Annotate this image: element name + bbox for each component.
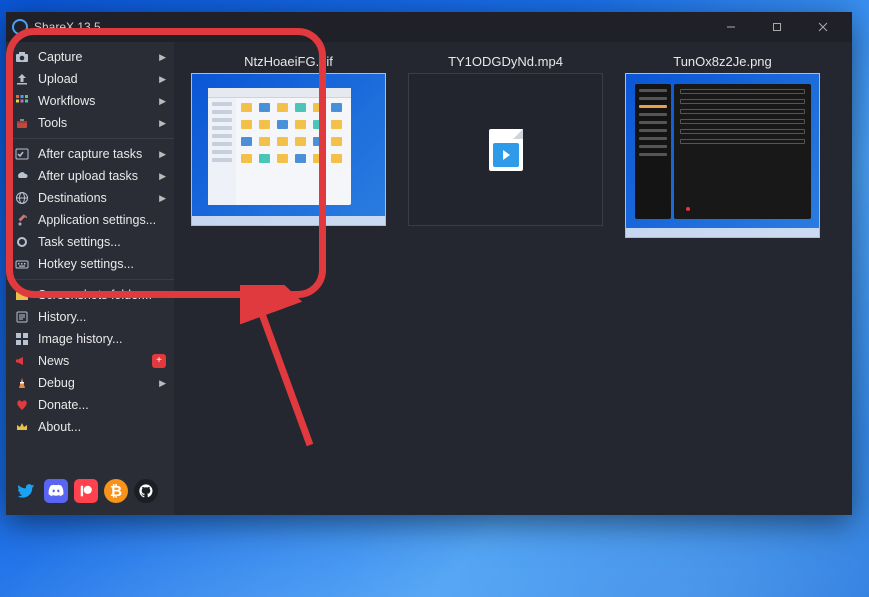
- submenu-arrow-icon: ▶: [159, 52, 166, 63]
- menu-label: Upload: [38, 72, 151, 86]
- submenu-arrow-icon: ▶: [159, 171, 166, 182]
- menu-label: Debug: [38, 376, 151, 390]
- menu-label: History...: [38, 310, 166, 324]
- menu-app-settings[interactable]: Application settings...: [6, 209, 174, 231]
- menu-label: Tools: [38, 116, 151, 130]
- thumbnail-area: NtzHoaeiFG.gif: [174, 42, 852, 515]
- submenu-arrow-icon: ▶: [159, 74, 166, 85]
- video-file-icon: [489, 129, 523, 171]
- thumbnail-preview[interactable]: [625, 73, 820, 238]
- heart-icon: [14, 397, 30, 413]
- workflows-icon: [14, 93, 30, 109]
- menu-label: Destinations: [38, 191, 151, 205]
- menu-label: After capture tasks: [38, 147, 151, 161]
- menu-news[interactable]: News +: [6, 350, 174, 372]
- thumbnail-filename: NtzHoaeiFG.gif: [244, 54, 333, 69]
- maximize-button[interactable]: [754, 12, 800, 42]
- window-title: ShareX 13.5: [34, 20, 101, 34]
- menu-label: After upload tasks: [38, 169, 151, 183]
- bitcoin-icon[interactable]: ₿: [104, 479, 128, 503]
- twitter-icon[interactable]: [14, 479, 38, 503]
- sharex-logo-icon: [12, 19, 28, 35]
- menu-history[interactable]: History...: [6, 306, 174, 328]
- camera-icon: [14, 49, 30, 65]
- menu-hotkey-settings[interactable]: Hotkey settings...: [6, 253, 174, 275]
- thumbnail-item[interactable]: TunOx8z2Je.png: [620, 54, 825, 238]
- menu-task-settings[interactable]: Task settings...: [6, 231, 174, 253]
- thumbnail-filename: TY1ODGDyNd.mp4: [448, 54, 563, 69]
- cloud-check-icon: [14, 168, 30, 184]
- news-badge: +: [152, 354, 166, 368]
- minimize-button[interactable]: [708, 12, 754, 42]
- menu-after-upload[interactable]: After upload tasks ▶: [6, 165, 174, 187]
- menu-label: Screenshots folder...: [38, 288, 166, 302]
- menu-donate[interactable]: Donate...: [6, 394, 174, 416]
- menu-separator: [6, 279, 174, 280]
- menu-label: About...: [38, 420, 166, 434]
- menu-label: Donate...: [38, 398, 166, 412]
- patreon-icon[interactable]: [74, 479, 98, 503]
- globe-icon: [14, 190, 30, 206]
- thumbnail-filename: TunOx8z2Je.png: [673, 54, 772, 69]
- menu-upload[interactable]: Upload ▶: [6, 68, 174, 90]
- sidebar-footer: ₿: [6, 473, 174, 511]
- titlebar[interactable]: ShareX 13.5: [6, 12, 852, 42]
- toolbox-icon: [14, 115, 30, 131]
- menu-label: Hotkey settings...: [38, 257, 166, 271]
- menu-separator: [6, 138, 174, 139]
- menu-label: News: [38, 354, 144, 368]
- wrench-icon: [14, 212, 30, 228]
- submenu-arrow-icon: ▶: [159, 96, 166, 107]
- menu-debug[interactable]: Debug ▶: [6, 372, 174, 394]
- menu-workflows[interactable]: Workflows ▶: [6, 90, 174, 112]
- menu-label: Application settings...: [38, 213, 166, 227]
- upload-icon: [14, 71, 30, 87]
- menu-label: Task settings...: [38, 235, 166, 249]
- menu-label: Workflows: [38, 94, 151, 108]
- thumbnail-preview[interactable]: [408, 73, 603, 226]
- github-icon[interactable]: [134, 479, 158, 503]
- image-grid-icon: [14, 331, 30, 347]
- submenu-arrow-icon: ▶: [159, 118, 166, 129]
- submenu-arrow-icon: ▶: [159, 193, 166, 204]
- checklist-icon: [14, 146, 30, 162]
- menu-about[interactable]: About...: [6, 416, 174, 438]
- crown-icon: [14, 419, 30, 435]
- keyboard-icon: [14, 256, 30, 272]
- megaphone-icon: [14, 353, 30, 369]
- submenu-arrow-icon: ▶: [159, 149, 166, 160]
- thumbnail-item[interactable]: TY1ODGDyNd.mp4: [403, 54, 608, 226]
- menu-destinations[interactable]: Destinations ▶: [6, 187, 174, 209]
- close-button[interactable]: [800, 12, 846, 42]
- menu-label: Capture: [38, 50, 151, 64]
- sidebar: Capture ▶ Upload ▶ Workflows ▶ Tools ▶: [6, 42, 174, 515]
- sharex-window: ShareX 13.5 Capture ▶ Upload ▶ Workflows…: [6, 12, 852, 515]
- menu-after-capture[interactable]: After capture tasks ▶: [6, 143, 174, 165]
- menu-tools[interactable]: Tools ▶: [6, 112, 174, 134]
- gear-icon: [14, 234, 30, 250]
- thumbnail-preview[interactable]: [191, 73, 386, 226]
- history-icon: [14, 309, 30, 325]
- submenu-arrow-icon: ▶: [159, 378, 166, 389]
- thumbnail-item[interactable]: NtzHoaeiFG.gif: [186, 54, 391, 226]
- menu-image-history[interactable]: Image history...: [6, 328, 174, 350]
- folder-icon: [14, 287, 30, 303]
- menu-capture[interactable]: Capture ▶: [6, 46, 174, 68]
- traffic-cone-icon: [14, 375, 30, 391]
- menu-screenshots-folder[interactable]: Screenshots folder...: [6, 284, 174, 306]
- menu-label: Image history...: [38, 332, 166, 346]
- discord-icon[interactable]: [44, 479, 68, 503]
